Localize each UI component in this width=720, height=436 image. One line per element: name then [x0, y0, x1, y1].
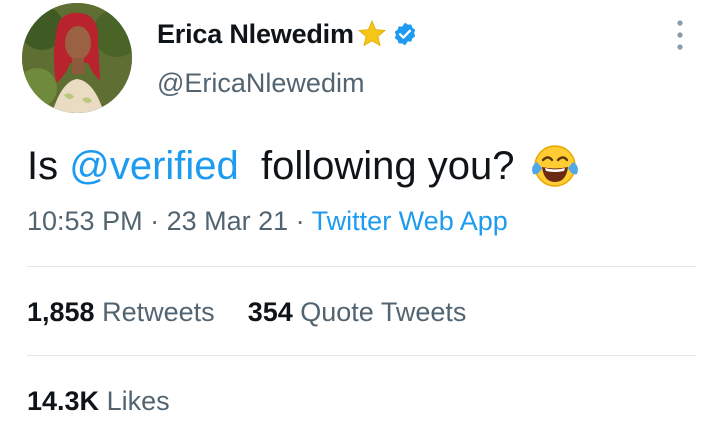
face-with-tears-of-joy-icon: [531, 145, 578, 187]
tweet-text-suffix: following you?: [238, 143, 515, 188]
tweet-time[interactable]: 10:53 PM: [27, 206, 143, 236]
avatar-photo: [22, 3, 132, 113]
tweet-text-prefix: Is: [27, 143, 70, 188]
star-icon: [357, 19, 386, 47]
quote-tweets-stat[interactable]: 354 Quote Tweets: [248, 297, 467, 327]
meta-separator: ·: [288, 206, 312, 236]
name-row: Erica Nlewedim: [157, 14, 418, 54]
likes-count: 14.3K: [27, 386, 100, 416]
retweets-label: Retweets: [102, 297, 215, 327]
retweets-count: 1,858: [27, 297, 95, 327]
mention-link[interactable]: @verified: [69, 144, 239, 189]
engagement-stats: 1,858 Retweets 354 Quote Tweets: [27, 297, 466, 328]
tweet-meta: 10:53 PM · 23 Mar 21 · Twitter Web App: [27, 206, 508, 237]
user-handle[interactable]: @EricaNlewedim: [157, 68, 364, 99]
display-name[interactable]: Erica Nlewedim: [157, 19, 354, 50]
more-options-icon[interactable]: [670, 18, 690, 52]
avatar[interactable]: [22, 3, 132, 113]
retweets-stat[interactable]: 1,858 Retweets: [27, 297, 215, 327]
meta-separator: ·: [142, 206, 167, 236]
tweet-text: Is @verified following you?: [27, 140, 581, 192]
likes-label: Likes: [106, 386, 170, 416]
likes-stat[interactable]: 14.3K Likes: [27, 386, 170, 416]
quote-tweets-label: Quote Tweets: [300, 297, 467, 327]
tweet-source-link[interactable]: Twitter Web App: [312, 206, 508, 236]
tweet-date[interactable]: 23 Mar 21: [167, 206, 289, 236]
quote-tweets-count: 354: [247, 297, 293, 327]
divider: [27, 355, 696, 356]
tweet-detail: Erica Nlewedim @EricaNlewedim Is @verifi…: [0, 0, 720, 436]
divider: [27, 266, 696, 267]
verified-badge-icon: [394, 22, 415, 46]
likes-stat-row: 14.3K Likes: [27, 386, 170, 417]
